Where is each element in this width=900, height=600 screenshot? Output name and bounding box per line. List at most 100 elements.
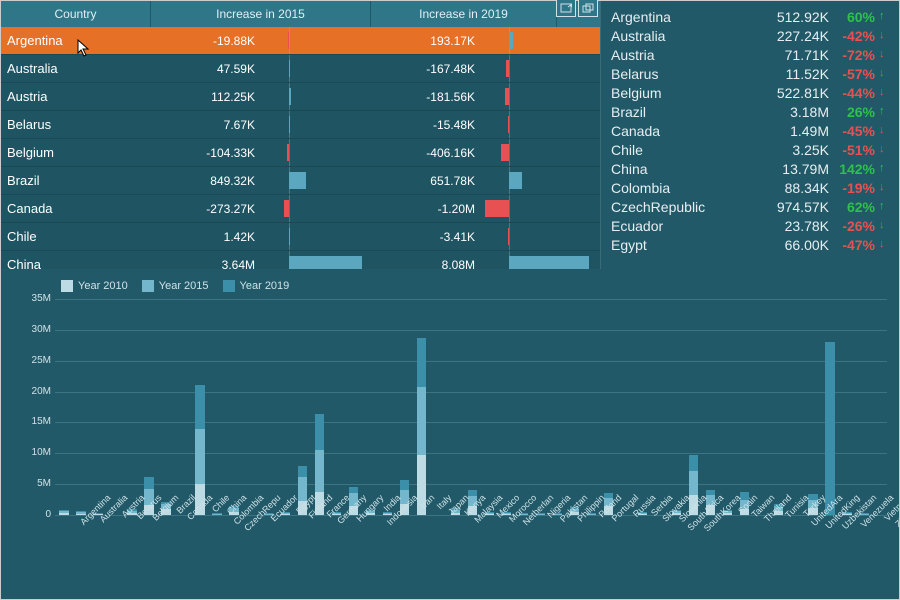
arrow-down-icon: ↓ [879,49,891,60]
list-item[interactable]: Belgium522.81K-44%↓ [611,83,897,102]
side-value: 512.92K [751,9,829,25]
arrow-up-icon: ↑ [879,11,891,22]
cell-bar [481,111,591,138]
col-header-country[interactable]: Country [1,1,151,27]
col-header-inc2015[interactable]: Increase in 2015 [151,1,371,27]
side-value: 71.71K [751,47,829,63]
y-tick-label: 0 [9,509,51,520]
side-country: Austria [611,47,751,63]
legend-item-2010[interactable]: Year 2010 [61,280,128,292]
expand-icon[interactable] [556,0,576,17]
side-pct: 142% [829,161,879,177]
table-row[interactable]: Canada-273.27K-1.20M [1,195,600,223]
list-item[interactable]: Australia227.24K-42%↓ [611,26,897,45]
arrow-down-icon: ↓ [879,87,891,98]
cell-value: -1.20M [371,202,481,216]
side-pct: -47% [829,237,879,253]
col-header-inc2019[interactable]: Increase in 2019 [371,1,557,27]
table-row[interactable]: Belgium-104.33K-406.16K [1,139,600,167]
arrow-down-icon: ↓ [879,144,891,155]
cell-country: Australia [1,61,151,76]
cell-country: Austria [1,89,151,104]
cell-bar [481,195,591,222]
side-panel[interactable]: Argentina512.92K60%↑Australia227.24K-42%… [601,1,899,269]
arrow-down-icon: ↓ [879,125,891,136]
list-item[interactable]: Brazil3.18M26%↑ [611,102,897,121]
y-tick-label: 15M [9,416,51,427]
arrow-down-icon: ↓ [879,68,891,79]
side-pct: 26% [829,104,879,120]
cell-value: 112.25K [151,90,261,104]
cell-country: Belarus [1,117,151,132]
side-value: 23.78K [751,218,829,234]
side-value: 3.18M [751,104,829,120]
side-pct: 60% [829,9,879,25]
table-row[interactable]: Chile1.42K-3.41K [1,223,600,251]
cell-bar [261,223,371,250]
side-pct: -26% [829,218,879,234]
table-row[interactable]: Argentina-19.88K193.17K [1,27,600,55]
side-country: Brazil [611,104,751,120]
plot-area [55,299,887,515]
cell-bar [261,251,371,269]
y-tick-label: 30M [9,324,51,335]
side-country: Ecuador [611,218,751,234]
data-grid[interactable]: Country Increase in 2015 Increase in 201… [1,1,601,269]
legend-item-2019[interactable]: Year 2019 [223,280,290,292]
table-row[interactable]: Brazil849.32K651.78K [1,167,600,195]
legend-item-2015[interactable]: Year 2015 [142,280,209,292]
arrow-up-icon: ↑ [879,201,891,212]
list-item[interactable]: Argentina512.92K60%↑ [611,7,897,26]
y-tick-label: 5M [9,478,51,489]
side-pct: -44% [829,85,879,101]
side-country: Australia [611,28,751,44]
cell-value: -19.88K [151,34,261,48]
cell-country: China [1,257,151,269]
side-country: CzechRepublic [611,199,751,215]
side-country: Egypt [611,237,751,253]
dashboard: Country Increase in 2015 Increase in 201… [0,0,900,600]
list-item[interactable]: China13.79M142%↑ [611,159,897,178]
cell-bar [481,251,591,269]
list-item[interactable]: Egypt66.00K-47%↓ [611,235,897,254]
bar-chart[interactable]: Year 2010 Year 2015 Year 2019 ArgentinaA… [1,269,899,599]
side-country: Chile [611,142,751,158]
cell-value: -181.56K [371,90,481,104]
y-tick-label: 25M [9,355,51,366]
list-item[interactable]: Ecuador23.78K-26%↓ [611,216,897,235]
cell-bar [261,139,371,166]
list-item[interactable]: Belarus11.52K-57%↓ [611,64,897,83]
cell-country: Chile [1,229,151,244]
table-row[interactable]: Australia47.59K-167.48K [1,55,600,83]
popout-icon[interactable] [578,0,598,17]
legend-swatch [142,280,154,292]
cell-bar [261,55,371,82]
side-country: China [611,161,751,177]
cell-country: Argentina [1,33,151,48]
cell-bar [481,223,591,250]
grid-body[interactable]: Argentina-19.88K193.17KAustralia47.59K-1… [1,27,600,269]
cell-value: -15.48K [371,118,481,132]
cell-country: Belgium [1,145,151,160]
cell-country: Canada [1,201,151,216]
table-row[interactable]: China3.64M8.08M [1,251,600,269]
cell-country: Brazil [1,173,151,188]
side-value: 227.24K [751,28,829,44]
legend-label: Year 2015 [159,280,209,292]
list-item[interactable]: Canada1.49M-45%↓ [611,121,897,140]
cell-value: -167.48K [371,62,481,76]
grid-header-row: Country Increase in 2015 Increase in 201… [1,1,600,27]
list-item[interactable]: Colombia88.34K-19%↓ [611,178,897,197]
cell-value: -104.33K [151,146,261,160]
cell-value: 1.42K [151,230,261,244]
top-panels: Country Increase in 2015 Increase in 201… [1,1,899,269]
table-row[interactable]: Belarus7.67K-15.48K [1,111,600,139]
cell-bar [481,167,591,194]
side-country: Colombia [611,180,751,196]
legend-swatch [61,280,73,292]
list-item[interactable]: CzechRepublic974.57K62%↑ [611,197,897,216]
table-row[interactable]: Austria112.25K -181.56K [1,83,600,111]
side-list[interactable]: Argentina512.92K60%↑Australia227.24K-42%… [601,1,899,269]
list-item[interactable]: Chile3.25K-51%↓ [611,140,897,159]
list-item[interactable]: Austria71.71K-72%↓ [611,45,897,64]
